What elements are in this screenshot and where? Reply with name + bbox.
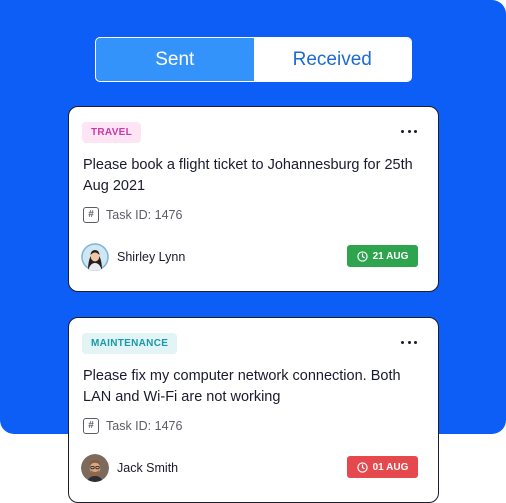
sent-received-toggle: Sent Received (95, 37, 412, 82)
assignee: Jack Smith (81, 454, 178, 482)
tab-sent[interactable]: Sent (96, 38, 254, 81)
task-id: # Task ID: 1476 (83, 417, 182, 434)
due-date: 21 AUG (372, 250, 409, 262)
assignee: Shirley Lynn (81, 243, 185, 271)
more-icon[interactable] (401, 334, 417, 350)
due-date: 01 AUG (372, 461, 409, 473)
task-id-label: Task ID: 1476 (106, 418, 183, 433)
due-date-badge: 21 AUG (347, 245, 418, 267)
avatar (81, 243, 109, 271)
clock-icon (356, 461, 368, 473)
task-id: # Task ID: 1476 (83, 206, 182, 223)
task-title: Please fix my computer network connectio… (83, 368, 401, 405)
task-title: Please book a flight ticket to Johannesb… (83, 157, 413, 194)
hash-icon: # (83, 206, 99, 223)
avatar (81, 454, 109, 482)
task-id-label: Task ID: 1476 (106, 207, 183, 222)
category-tag: TRAVEL (82, 122, 142, 143)
hash-icon: # (83, 417, 99, 434)
clock-icon (356, 250, 368, 262)
assignee-name: Shirley Lynn (117, 250, 186, 264)
tab-received[interactable]: Received (253, 38, 411, 81)
task-card[interactable]: TRAVEL Please book a flight ticket to Jo… (68, 106, 439, 292)
task-card[interactable]: MAINTENANCE Please fix my computer netwo… (68, 317, 439, 503)
more-icon[interactable] (401, 123, 417, 139)
due-date-badge: 01 AUG (347, 456, 418, 478)
category-tag: MAINTENANCE (82, 333, 178, 354)
assignee-name: Jack Smith (117, 461, 179, 475)
